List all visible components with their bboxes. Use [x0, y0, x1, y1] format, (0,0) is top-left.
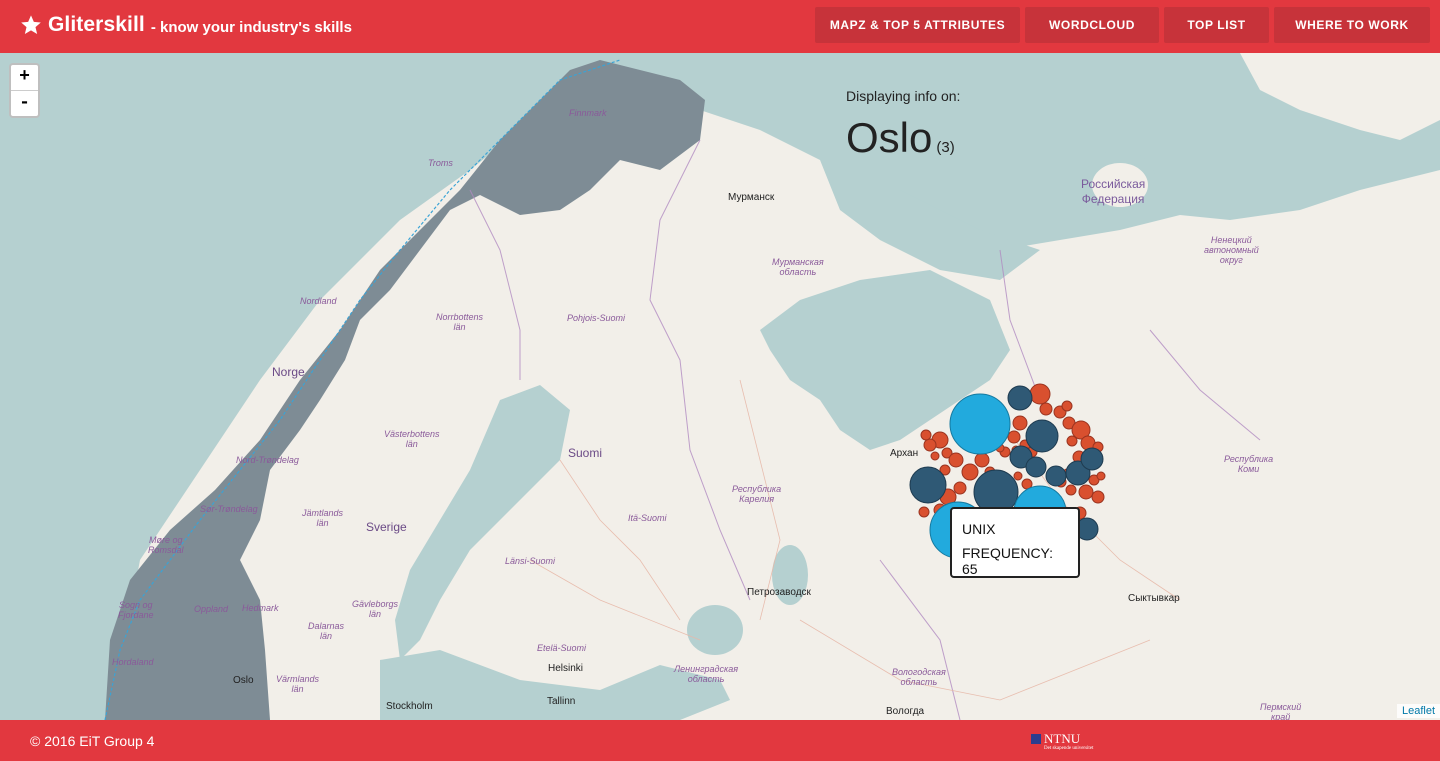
- nav-wordcloud-button[interactable]: WORDCLOUD: [1025, 7, 1159, 43]
- skill-bubble[interactable]: [1039, 402, 1053, 416]
- tooltip-frequency: FREQUENCY: 65: [962, 545, 1054, 577]
- ntnu-logo-mark: [1031, 734, 1041, 744]
- info-city: Oslo: [846, 114, 933, 161]
- map-canvas[interactable]: Мурманск Мурманская область Российская Ф…: [0, 53, 1440, 720]
- brand-tagline: - know your industry's skills: [150, 19, 352, 36]
- skill-bubble[interactable]: [1007, 430, 1021, 444]
- info-panel: Displaying info on: Oslo (3): [846, 88, 960, 162]
- skill-bubble[interactable]: [909, 466, 947, 504]
- skill-bubble[interactable]: [1025, 456, 1047, 478]
- skill-bubble-major[interactable]: [949, 393, 1011, 455]
- skill-bubble[interactable]: [1013, 471, 1023, 481]
- zoom-in-button[interactable]: +: [11, 65, 38, 90]
- skill-bubble[interactable]: [953, 481, 967, 495]
- zoom-control: + -: [9, 63, 40, 118]
- skill-bubble[interactable]: [1029, 383, 1051, 405]
- tooltip-skill: UNIX: [962, 521, 996, 537]
- skill-bubble[interactable]: [923, 438, 937, 452]
- app-footer: © 2016 EiT Group 4 NTNU Det skapende uni…: [0, 720, 1440, 761]
- skill-bubble[interactable]: [974, 452, 990, 468]
- skill-bubble[interactable]: [1025, 419, 1059, 453]
- brand[interactable]: Gliterskill - know your industry's skill…: [20, 13, 352, 37]
- skill-bubble[interactable]: [948, 452, 964, 468]
- skill-bubble[interactable]: [1080, 447, 1104, 471]
- brand-name: Gliterskill: [48, 13, 145, 36]
- ntnu-logo[interactable]: NTNU Det skapende universitet: [1031, 732, 1093, 752]
- skill-bubble[interactable]: [1007, 385, 1033, 411]
- skill-bubble[interactable]: [1045, 465, 1067, 487]
- skill-bubble[interactable]: [1065, 484, 1077, 496]
- skill-bubble[interactable]: [1096, 471, 1106, 481]
- ntnu-logo-text: NTNU Det skapende universitet: [1044, 732, 1093, 752]
- info-lead: Displaying info on:: [846, 88, 961, 104]
- skill-bubble[interactable]: [930, 451, 940, 461]
- top-nav: MAPZ & TOP 5 ATTRIBUTES WORDCLOUD TOP LI…: [815, 7, 1430, 43]
- nav-mapz-button[interactable]: MAPZ & TOP 5 ATTRIBUTES: [815, 7, 1020, 43]
- zoom-out-button[interactable]: -: [11, 90, 38, 116]
- ntnu-sub: Det skapende universitet: [1044, 746, 1094, 751]
- skill-bubble[interactable]: [1078, 484, 1094, 500]
- skill-tooltip: UNIX FREQUENCY: 65: [950, 507, 1080, 578]
- skill-bubble[interactable]: [1066, 435, 1078, 447]
- skill-bubble[interactable]: [961, 463, 979, 481]
- ntnu-name: NTNU: [1044, 731, 1081, 746]
- skill-bubble[interactable]: [1012, 415, 1028, 431]
- skill-bubble-cluster: [909, 383, 1106, 559]
- app-header: Gliterskill - know your industry's skill…: [0, 0, 1440, 53]
- skill-bubble[interactable]: [1091, 490, 1105, 504]
- info-count: (3): [936, 139, 955, 156]
- star-icon: [21, 15, 41, 34]
- nav-where-to-work-button[interactable]: WHERE TO WORK: [1274, 7, 1430, 43]
- copyright: © 2016 EiT Group 4: [30, 733, 155, 749]
- nav-toplist-button[interactable]: TOP LIST: [1164, 7, 1269, 43]
- skill-bubble[interactable]: [920, 429, 932, 441]
- skill-bubble[interactable]: [1061, 400, 1073, 412]
- skill-bubble[interactable]: [918, 506, 930, 518]
- leaflet-attribution[interactable]: Leaflet: [1396, 704, 1440, 718]
